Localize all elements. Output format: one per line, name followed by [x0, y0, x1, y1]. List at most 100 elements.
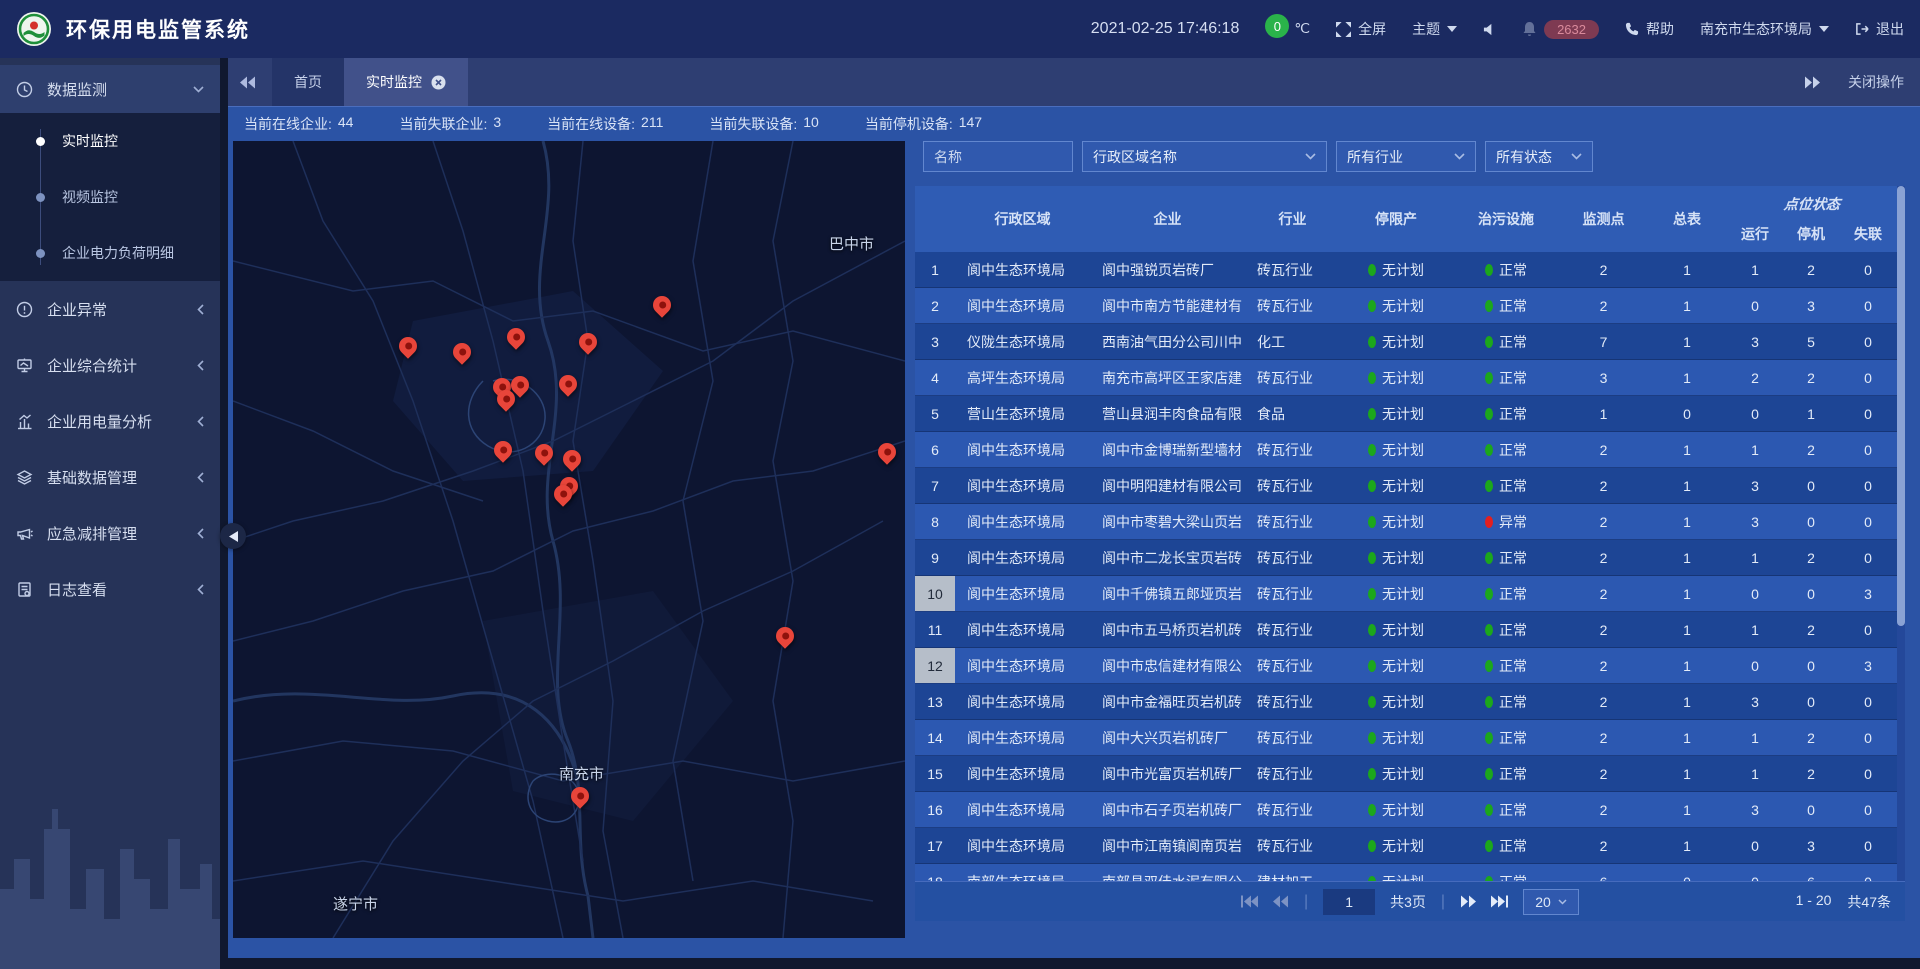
sidebar-subitem-label: 实时监控	[62, 131, 118, 151]
last-page-button[interactable]	[1491, 895, 1508, 908]
close-operations-button[interactable]: 关闭操作	[1848, 72, 1904, 92]
page-size-select[interactable]: 20	[1523, 889, 1579, 915]
cell-facility-status: 正常	[1452, 720, 1560, 755]
timeline-dot	[36, 137, 45, 146]
table-row[interactable]: 12阆中生态环境局阆中市忠信建材有限公砖瓦行业无计划正常21003	[915, 648, 1897, 684]
tab-realtime-monitor[interactable]: 实时监控	[344, 58, 468, 106]
table-row[interactable]: 17阆中生态环境局阆中市江南镇阆南页岩砖瓦行业无计划正常21030	[915, 828, 1897, 864]
table-row[interactable]: 6阆中生态环境局阆中市金博瑞新型墙材砖瓦行业无计划正常21120	[915, 432, 1897, 468]
status-dot-green	[1368, 768, 1376, 780]
table-row[interactable]: 7阆中生态环境局阆中明阳建材有限公司砖瓦行业无计划正常21300	[915, 468, 1897, 504]
chevron-left-icon	[197, 584, 204, 595]
map-city-label: 南充市	[559, 763, 604, 784]
tab-home[interactable]: 首页	[272, 58, 344, 106]
notifications[interactable]: 2632	[1522, 20, 1599, 39]
page-number-input[interactable]: 1	[1323, 889, 1375, 915]
table-row[interactable]: 14阆中生态环境局阆中大兴页岩机砖厂砖瓦行业无计划正常21120	[915, 720, 1897, 756]
logout-label: 退出	[1876, 19, 1904, 39]
first-page-button[interactable]	[1241, 895, 1258, 908]
status-dot-green	[1368, 264, 1376, 276]
cell-region: 阆中生态环境局	[955, 252, 1090, 287]
table-row[interactable]: 15阆中生态环境局阆中市光富页岩机砖厂砖瓦行业无计划正常21120	[915, 756, 1897, 792]
cell-company: 阆中明阳建材有限公司	[1090, 468, 1245, 503]
table-scrollbar[interactable]	[1897, 186, 1905, 881]
sidebar-group-6[interactable]: 日志查看	[0, 561, 220, 617]
sidebar-group-1[interactable]: 企业异常	[0, 281, 220, 337]
next-page-button[interactable]	[1460, 895, 1476, 908]
table-row[interactable]: 1阆中生态环境局阆中强锐页岩砖厂砖瓦行业无计划正常21120	[915, 252, 1897, 288]
table-row[interactable]: 16阆中生态环境局阆中市石子页岩机砖厂砖瓦行业无计划正常21300	[915, 792, 1897, 828]
column-header-meter: 总表	[1647, 186, 1727, 252]
sidebar-group-4[interactable]: 基础数据管理	[0, 449, 220, 505]
help-button[interactable]: 帮助	[1625, 19, 1674, 39]
cell-stop-count: 2	[1783, 720, 1839, 755]
prev-page-button[interactable]	[1273, 895, 1289, 908]
cell-stop-count: 6	[1783, 864, 1839, 881]
status-text: 正常	[1499, 476, 1527, 496]
status-text: 无计划	[1382, 296, 1424, 316]
fullscreen-label: 全屏	[1358, 19, 1386, 39]
table-row[interactable]: 10阆中生态环境局阆中千佛镇五郎垭页岩砖瓦行业无计划正常21003	[915, 576, 1897, 612]
sidebar-group-2[interactable]: 企业综合统计	[0, 337, 220, 393]
table-row[interactable]: 13阆中生态环境局阆中市金福旺页岩机砖砖瓦行业无计划正常21300	[915, 684, 1897, 720]
fullscreen-button[interactable]: 全屏	[1336, 19, 1386, 39]
industry-select[interactable]: 所有行业	[1336, 141, 1476, 172]
column-header-industry: 行业	[1245, 186, 1340, 252]
status-text: 无计划	[1382, 764, 1424, 784]
table-row[interactable]: 11阆中生态环境局阆中市五马桥页岩机砖砖瓦行业无计划正常21120	[915, 612, 1897, 648]
sidebar-subitem-0-1[interactable]: 视频监控	[0, 169, 220, 225]
table-row[interactable]: 18南部生态环境局南部县双佳水泥有限公建材加工无计划正常60060	[915, 864, 1897, 881]
table-row[interactable]: 8阆中生态环境局阆中市枣碧大梁山页岩砖瓦行业无计划异常21300	[915, 504, 1897, 540]
cell-lost-count: 3	[1839, 648, 1897, 683]
column-header-index	[915, 186, 955, 252]
status-text: 无计划	[1382, 728, 1424, 748]
row-index: 4	[915, 360, 955, 395]
sidebar-group-5[interactable]: 应急减排管理	[0, 505, 220, 561]
scrollbar-thumb[interactable]	[1897, 186, 1905, 626]
sidebar-group-0[interactable]: 数据监测	[0, 65, 220, 113]
cell-lost-count: 0	[1839, 468, 1897, 503]
status-dot-green	[1368, 552, 1376, 564]
cell-monitor-count: 2	[1560, 828, 1647, 863]
sidebar-subitem-0-0[interactable]: 实时监控	[0, 113, 220, 169]
status-dot-green	[1485, 300, 1493, 312]
table-row[interactable]: 4高坪生态环境局南充市高坪区王家店建砖瓦行业无计划正常31220	[915, 360, 1897, 396]
table-row[interactable]: 9阆中生态环境局阆中市二龙长宝页岩砖砖瓦行业无计划正常21120	[915, 540, 1897, 576]
tabs-scroll-left-button[interactable]	[240, 76, 256, 89]
name-search-input[interactable]	[923, 141, 1073, 172]
status-dot-green	[1368, 804, 1376, 816]
table-row[interactable]: 3仪陇生态环境局西南油气田分公司川中化工无计划正常71350	[915, 324, 1897, 360]
cell-plan-status: 无计划	[1340, 648, 1452, 683]
cell-region: 阆中生态环境局	[955, 540, 1090, 575]
org-dropdown[interactable]: 南充市生态环境局	[1700, 19, 1829, 39]
sound-button[interactable]	[1483, 23, 1496, 36]
cell-stop-count: 0	[1783, 648, 1839, 683]
logout-button[interactable]: 退出	[1855, 19, 1904, 39]
cell-region: 高坪生态环境局	[955, 360, 1090, 395]
map-view[interactable]: 巴中市南充市遂宁市	[233, 141, 905, 938]
sidebar-group-label: 日志查看	[47, 579, 107, 600]
cell-lost-count: 0	[1839, 864, 1897, 881]
stat-value: 147	[959, 114, 982, 134]
status-dot-green	[1485, 336, 1493, 348]
tab-close-icon[interactable]	[431, 75, 446, 90]
table-row[interactable]: 2阆中生态环境局阆中市南方节能建材有砖瓦行业无计划正常21030	[915, 288, 1897, 324]
cell-monitor-count: 2	[1560, 648, 1647, 683]
table-row[interactable]: 5营山生态环境局营山县润丰肉食品有限食品无计划正常10010	[915, 396, 1897, 432]
sidebar-group-3[interactable]: 企业用电量分析	[0, 393, 220, 449]
top-header: 环保用电监管系统 2021-02-25 17:46:18 0 ℃ 全屏 主题 2…	[0, 0, 1920, 58]
region-select[interactable]: 行政区域名称	[1082, 141, 1327, 172]
status-select[interactable]: 所有状态	[1485, 141, 1593, 172]
status-dot-green	[1368, 624, 1376, 636]
cell-lost-count: 0	[1839, 360, 1897, 395]
cell-region: 阆中生态环境局	[955, 432, 1090, 467]
theme-dropdown[interactable]: 主题	[1412, 19, 1457, 39]
cell-plan-status: 无计划	[1340, 864, 1452, 881]
cell-meter-count: 1	[1647, 504, 1727, 539]
sidebar-subitem-0-2[interactable]: 企业电力负荷明细	[0, 225, 220, 281]
cell-meter-count: 1	[1647, 252, 1727, 287]
tabs-scroll-right-button[interactable]	[1804, 76, 1820, 89]
cell-run-count: 3	[1727, 468, 1783, 503]
total-pages-label: 共3页	[1390, 892, 1426, 912]
map-panel-collapse-button[interactable]	[220, 523, 246, 549]
